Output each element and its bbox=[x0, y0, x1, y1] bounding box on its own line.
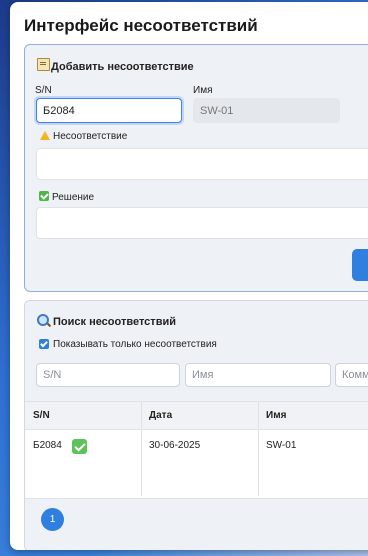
name-input bbox=[193, 98, 340, 123]
nc-label-row: Несоответствие bbox=[40, 131, 127, 142]
cell-sn-value: Б2084 bbox=[33, 440, 62, 451]
column-header-date[interactable]: Дата bbox=[141, 402, 258, 430]
search-card-title: Поиск несоответствий bbox=[53, 316, 176, 328]
filter-name-input[interactable] bbox=[185, 363, 331, 387]
magnifier-icon bbox=[37, 314, 49, 326]
results-table: S/N Дата Имя Б2084 30-06-2025 SW-01 bbox=[25, 401, 368, 499]
nc-textarea[interactable] bbox=[36, 148, 368, 180]
solution-label: Решение bbox=[52, 192, 95, 203]
sn-input[interactable] bbox=[36, 98, 182, 123]
filter-sn-input[interactable] bbox=[36, 363, 180, 387]
only-nc-checkbox[interactable] bbox=[39, 339, 49, 349]
add-nonconformity-card: Добавить несоответствие S/N Имя Несоотве… bbox=[24, 44, 368, 292]
memo-icon bbox=[37, 58, 50, 71]
cell-date: 30-06-2025 bbox=[149, 440, 201, 451]
page-title: Интерфейс несоответствий bbox=[24, 16, 258, 35]
filter-comment-input[interactable] bbox=[335, 363, 368, 387]
check-icon bbox=[39, 191, 49, 201]
warning-icon bbox=[40, 131, 50, 140]
add-card-title: Добавить несоответствие bbox=[51, 61, 194, 73]
cell-sn: Б2084 bbox=[25, 430, 141, 496]
column-header-sn[interactable]: S/N bbox=[25, 402, 141, 430]
solution-textarea[interactable] bbox=[36, 207, 368, 239]
search-card: Поиск несоответствий Показывать только н… bbox=[24, 300, 368, 550]
app-window: Интерфейс несоответствий Добавить несоот… bbox=[10, 2, 368, 550]
nc-label: Несоответствие bbox=[53, 131, 128, 142]
pagination-page-button[interactable]: 1 bbox=[41, 508, 64, 531]
add-card-header: Добавить несоответствие bbox=[37, 58, 194, 73]
sn-label: S/N bbox=[35, 85, 52, 96]
only-nc-label: Показывать только несоответствия bbox=[53, 339, 217, 350]
column-header-name[interactable]: Имя bbox=[258, 402, 368, 430]
search-card-header: Поиск несоответствий bbox=[37, 314, 176, 328]
cell-name: SW-01 bbox=[266, 440, 297, 451]
name-label: Имя bbox=[193, 85, 213, 96]
status-check-icon bbox=[72, 439, 87, 454]
solution-label-row: Решение bbox=[39, 191, 94, 203]
add-button[interactable] bbox=[352, 249, 368, 281]
